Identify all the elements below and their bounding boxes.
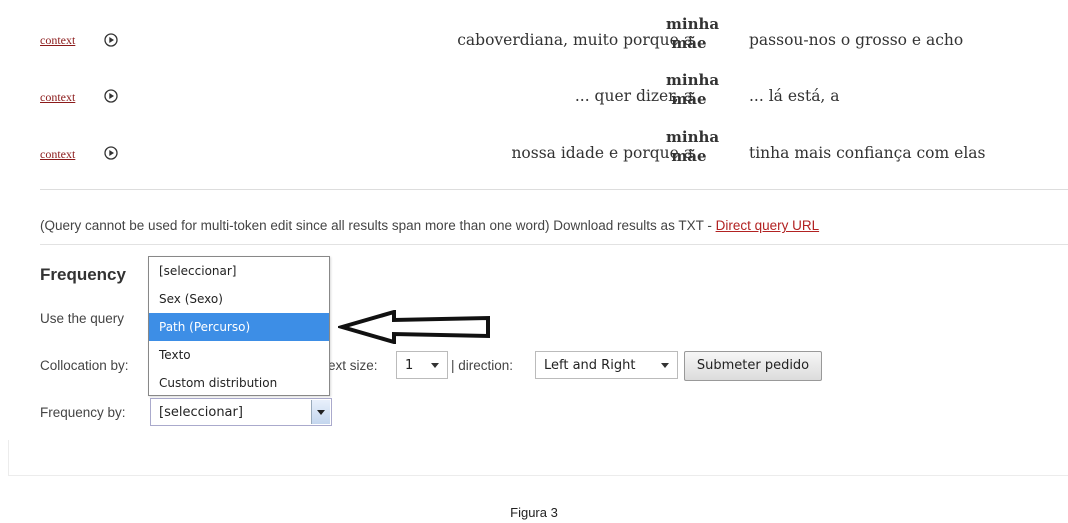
left-context: caboverdiana, muito porque a <box>457 31 693 49</box>
match-line-1: minha <box>666 71 720 89</box>
divider <box>8 475 1068 476</box>
play-icon[interactable] <box>104 89 118 103</box>
dropdown-option[interactable]: Sex (Sexo) <box>149 285 329 313</box>
dropdown-toggle-button[interactable] <box>311 400 330 424</box>
use-query-text: Use the query <box>40 311 125 326</box>
match-keyword: minha mãe <box>666 15 720 53</box>
submit-request-button[interactable]: Submeter pedido <box>684 351 822 381</box>
dropdown-option-highlighted[interactable]: Path (Percurso) <box>149 313 329 341</box>
direct-query-url-link[interactable]: Direct query URL <box>716 218 820 233</box>
direction-label: | direction: <box>451 358 514 373</box>
match-line-2: mãe <box>671 34 707 52</box>
frequency-heading: Frequency <box>40 265 126 284</box>
dropdown-option[interactable]: Custom distribution <box>149 369 329 397</box>
figure-caption: Figura 3 <box>510 505 558 520</box>
match-keyword: minha mãe <box>666 128 720 166</box>
match-line-2: mãe <box>671 147 707 165</box>
left-arrow-icon <box>338 310 490 344</box>
match-keyword: minha mãe <box>666 71 720 109</box>
divider <box>8 440 9 476</box>
chevron-down-icon <box>431 363 439 368</box>
context-size-value: 1 <box>405 358 414 373</box>
context-link[interactable]: context <box>40 33 75 48</box>
context-size-select[interactable]: 1 <box>396 351 448 379</box>
frequency-by-value: [seleccionar] <box>159 405 243 420</box>
query-info-text: (Query cannot be used for multi-token ed… <box>40 218 716 233</box>
play-icon[interactable] <box>104 33 118 47</box>
right-context: ... lá está, a <box>749 87 840 105</box>
result-row: context ... quer dizer, a minha mãe ... … <box>40 68 1068 120</box>
dropdown-option[interactable]: Texto <box>149 341 329 369</box>
dropdown-option[interactable]: [seleccionar] <box>149 257 329 285</box>
divider <box>40 189 1068 190</box>
context-size-label: ext size: <box>328 358 378 373</box>
frequency-by-select[interactable]: [seleccionar] <box>150 398 332 426</box>
context-link[interactable]: context <box>40 147 75 162</box>
chevron-down-icon <box>317 410 325 415</box>
result-row: context caboverdiana, muito porque a min… <box>40 12 1068 64</box>
context-link[interactable]: context <box>40 90 75 105</box>
match-line-1: minha <box>666 15 720 33</box>
collocation-label: Collocation by: <box>40 358 129 373</box>
corpus-query-page: context caboverdiana, muito porque a min… <box>0 0 1068 480</box>
query-info-line: (Query cannot be used for multi-token ed… <box>40 218 819 233</box>
direction-value: Left and Right <box>544 358 636 373</box>
match-line-1: minha <box>666 128 720 146</box>
match-line-2: mãe <box>671 90 707 108</box>
play-icon[interactable] <box>104 146 118 160</box>
chevron-down-icon <box>661 363 669 368</box>
divider <box>40 244 1068 245</box>
direction-select[interactable]: Left and Right <box>535 351 678 379</box>
frequency-by-label: Frequency by: <box>40 405 126 420</box>
frequency-by-dropdown-list: [seleccionar] Sex (Sexo) Path (Percurso)… <box>148 256 330 396</box>
right-context: passou-nos o grosso e acho <box>749 31 964 49</box>
result-row: context nossa idade e porque a minha mãe… <box>40 124 1068 176</box>
right-context: tinha mais confiança com elas <box>749 144 986 162</box>
